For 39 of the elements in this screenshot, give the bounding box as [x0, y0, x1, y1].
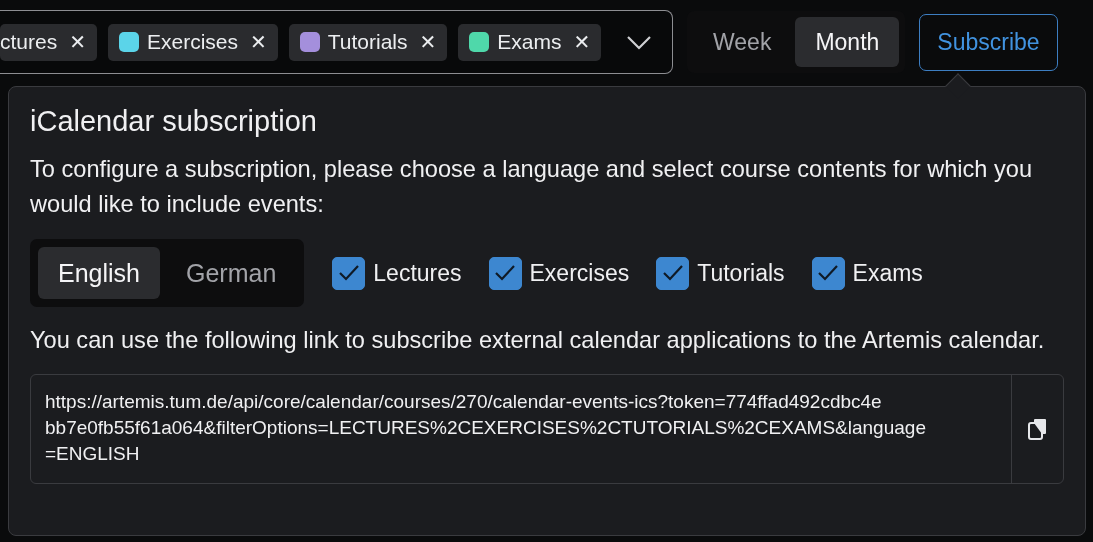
- copy-icon: [1026, 417, 1049, 441]
- remove-icon[interactable]: ✕: [250, 30, 267, 54]
- check-icon: [494, 264, 517, 282]
- checkbox-label: Tutorials: [697, 259, 785, 287]
- checkbox-label: Exams: [852, 259, 923, 287]
- check-icon: [337, 264, 360, 282]
- language-tab[interactable]: German: [166, 247, 297, 299]
- check-icon: [661, 264, 684, 282]
- subscribe-button[interactable]: Subscribe: [919, 13, 1058, 71]
- link-text: You can use the following link to subscribe external calendar applications to the Artemis calendar.: [30, 326, 1046, 355]
- url-line: https://artemis.tum.de/api/core/calendar/courses/270/calendar-events-ics?token=774ffad492cdbc4e: [45, 390, 883, 414]
- chip-label: ctures: [0, 30, 58, 54]
- remove-icon[interactable]: ✕: [69, 30, 86, 54]
- check-icon: [817, 264, 840, 282]
- checkbox[interactable]: [656, 256, 690, 290]
- filter-chip[interactable]: ctures ✕: [0, 23, 97, 61]
- popover-title: iCalendar subscription: [30, 105, 318, 138]
- filter-chip[interactable]: Tutorials ✕: [288, 23, 448, 61]
- checkbox[interactable]: [332, 256, 366, 290]
- checkbox-label: Exercises: [529, 259, 630, 287]
- checkbox-label: Lectures: [373, 259, 462, 287]
- remove-icon[interactable]: ✕: [419, 30, 437, 54]
- filter-chip[interactable]: Exams ✕: [458, 23, 602, 61]
- view-tab[interactable]: Month: [795, 17, 900, 67]
- remove-icon[interactable]: ✕: [573, 30, 591, 54]
- chip-label: Tutorials: [327, 30, 408, 54]
- language-tab[interactable]: English: [38, 247, 160, 299]
- url-line: bb7e0fb55f61a064&filterOptions=LECTURES%2CEXERCISES%2CTUTORIALS%2CEXAMS&language: [45, 416, 927, 440]
- checkbox[interactable]: [811, 256, 845, 290]
- chevron-icon[interactable]: [626, 34, 652, 50]
- chip-label: Exercises: [146, 30, 238, 54]
- filter-chip[interactable]: Exercises ✕: [107, 23, 278, 61]
- url-line: =ENGLISH: [45, 442, 141, 466]
- filter-select[interactable]: ctures ✕ Exercises ✕ Tutorials ✕ Exams ✕: [0, 10, 673, 74]
- view-tab[interactable]: Week: [693, 17, 792, 67]
- checkbox[interactable]: [488, 256, 522, 290]
- url-field[interactable]: https://artemis.tum.de/api/core/calendar/courses/270/calendar-events-ics?token=774ffad492cdbc4e bb7e0fb55f61a064&filterOptions=LECTURES%2CEXERCISES%2CTUTORIALS%2CEXAMS&language =ENGLISH: [30, 374, 1064, 484]
- chip-label: Exams: [497, 30, 562, 54]
- intro-text: To configure a subscription, please choose a language and select course contents for which you would like to include events:: [30, 155, 1034, 219]
